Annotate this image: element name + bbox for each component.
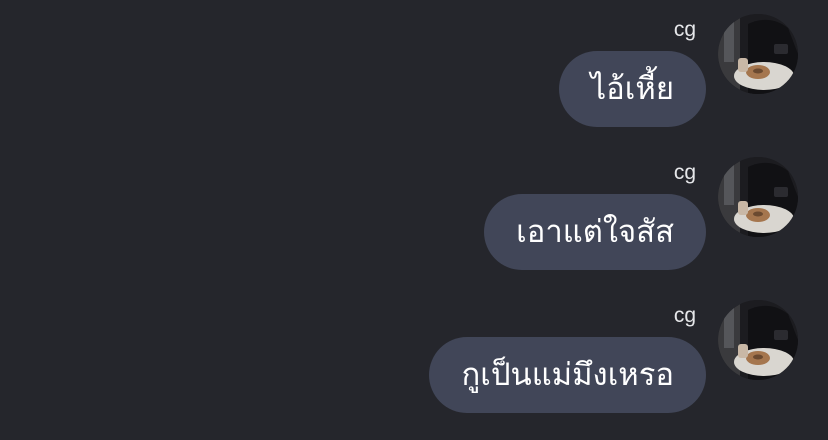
message-bubble[interactable]: กูเป็นแม่มึงเหรอ xyxy=(429,337,706,413)
sender-name: cg xyxy=(673,304,696,327)
message-row: cg กูเป็นแม่มึงเหรอ xyxy=(0,300,828,430)
message-row: cg ไอ้เหี้ย xyxy=(0,14,828,144)
message-bubble[interactable]: ไอ้เหี้ย xyxy=(558,51,706,127)
avatar[interactable] xyxy=(718,14,798,94)
avatar[interactable] xyxy=(718,300,798,380)
chat-conversation: cg ไอ้เหี้ย cg เอาแต่ใจสัส cg กูเป็นแม่ม… xyxy=(0,0,828,440)
message-row: cg เอาแต่ใจสัส xyxy=(0,157,828,287)
avatar[interactable] xyxy=(718,157,798,237)
message-bubble[interactable]: เอาแต่ใจสัส xyxy=(484,194,706,270)
sender-name: cg xyxy=(673,161,696,184)
sender-name: cg xyxy=(673,18,696,41)
